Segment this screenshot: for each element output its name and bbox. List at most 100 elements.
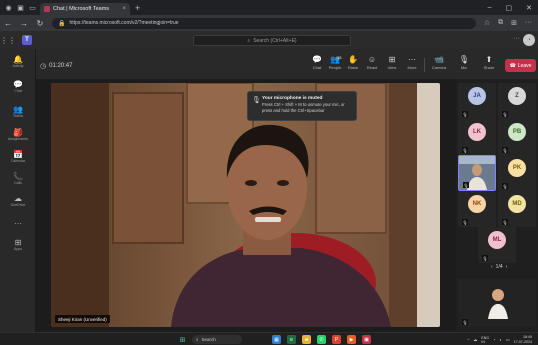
favorite-icon[interactable]: ☆ (484, 19, 490, 27)
leave-button[interactable]: ☎ Leave (505, 59, 536, 72)
mic-off-icon: 🎙 (462, 319, 468, 325)
toast-body: Press Ctrl + Shift + M to unmute your mi… (262, 102, 345, 113)
workspaces-icon[interactable]: ▣ (16, 3, 25, 12)
volume-icon[interactable]: ◖ (499, 337, 501, 342)
participant-video-tile[interactable]: 🎙 (458, 155, 496, 191)
tab-actions-icon[interactable]: ▭ (28, 3, 37, 12)
media-app-icon[interactable]: ▶ (347, 335, 356, 344)
file-explorer-icon[interactable]: ▰ (302, 335, 311, 344)
phone-hangup-icon: ☎ (509, 62, 516, 69)
assignments-icon: 🎒 (13, 128, 23, 137)
maximize-icon[interactable]: ▢ (506, 4, 513, 12)
rail-item-activity[interactable]: 🔔 Activity (0, 55, 36, 69)
battery-icon[interactable]: ▭ (506, 337, 510, 342)
mic-off-icon: 🎙 (502, 111, 508, 117)
participant-tile[interactable]: MD 🎙 (498, 191, 536, 227)
chat-button[interactable]: 💬 Chat (307, 55, 327, 71)
close-window-icon[interactable]: ✕ (526, 4, 532, 12)
new-tab-button[interactable]: + (135, 3, 140, 13)
cloud-icon[interactable]: ☁ (473, 337, 477, 342)
avatar[interactable]: ◔ (523, 34, 535, 46)
rail-item-teams[interactable]: 👥 Teams (0, 105, 36, 119)
participant-tile[interactable]: Z 🎙 (498, 83, 536, 119)
rail-item-assignments[interactable]: 🎒 Assignments (0, 128, 36, 142)
back-icon[interactable]: ← (4, 19, 12, 28)
gallery-pager: ‹ 1/4 › (491, 264, 507, 270)
collections-icon[interactable]: ⊞ (511, 19, 517, 27)
self-view-tile[interactable]: 🎙 (458, 279, 536, 327)
pager-prev-icon[interactable]: ‹ (491, 264, 493, 270)
participant-tile[interactable]: JA 🎙 (458, 83, 496, 119)
browser-menu-icon[interactable]: ··· (525, 19, 532, 27)
language-indicator[interactable]: ENG IN (481, 336, 489, 344)
rail-item-apps[interactable]: ⊞ Apps (0, 238, 36, 252)
rail-item-calendar[interactable]: 📅 Calendar (0, 150, 36, 164)
forward-icon[interactable]: → (20, 19, 28, 28)
people-button[interactable]: 👥 15 People (325, 55, 345, 71)
rail-item-calls[interactable]: 📞 Calls (0, 172, 36, 186)
taskview-icon[interactable]: ▦ (272, 335, 281, 344)
search-icon: ⌕ (196, 337, 199, 342)
avatar: PB (508, 123, 526, 141)
whatsapp-icon[interactable]: ✆ (317, 335, 326, 344)
camera-icon: 📹 (434, 55, 444, 64)
profile-icon[interactable]: ◉ (4, 3, 13, 12)
avatar: PK (508, 159, 526, 177)
chat-icon: 💬 (312, 55, 322, 64)
mic-button[interactable]: 🎙 Mic (454, 55, 474, 71)
onedrive-icon: ☁ (14, 194, 22, 203)
view-button[interactable]: ⊞ View (382, 55, 402, 71)
system-clock[interactable]: 18:49 17-07-2024 (514, 335, 532, 344)
muted-notification: 🎙 Your microphone is muted Press Ctrl + … (247, 91, 357, 121)
rail-item-chat[interactable]: 💬 Chat (0, 80, 36, 94)
wifi-icon[interactable]: ◔ (493, 337, 495, 342)
settings-more-icon[interactable]: ··· (513, 35, 520, 42)
participant-tile[interactable]: NK 🎙 (458, 191, 496, 227)
calls-icon: 📞 (13, 172, 23, 181)
rail-item-more[interactable]: ··· (0, 219, 36, 228)
teams-favicon-icon (44, 6, 50, 12)
system-tray: ^ ☁ ENG IN ◔ ◖ ▭ 18:49 17-07-2024 (468, 335, 533, 344)
search-icon: ⌕ (247, 37, 251, 44)
presenter-video[interactable]: Sheeji Kiran (Unverified) 🎙 Your microph… (51, 83, 440, 327)
refresh-icon[interactable]: ↻ (36, 19, 44, 28)
app-launcher-icon[interactable]: ⋮⋮ (0, 36, 16, 45)
tray-overflow-icon[interactable]: ^ (468, 337, 470, 342)
ellipsis-icon: ··· (408, 55, 416, 64)
chat-icon: 💬 (13, 80, 23, 89)
avatar: NK (468, 195, 486, 213)
mic-off-icon: 🎙 (463, 182, 469, 188)
minimize-icon[interactable]: – (488, 4, 492, 12)
raise-hand-button[interactable]: ✋ Raise (343, 55, 363, 71)
extensions-icon[interactable]: ⧉ (498, 19, 503, 27)
pager-text: 1/4 (495, 264, 503, 270)
participant-tile[interactable]: PB 🎙 (498, 119, 536, 155)
participant-tile[interactable]: LK 🎙 (458, 119, 496, 155)
rail-item-onedrive[interactable]: ☁ OneDrive (0, 194, 36, 208)
windows-start-icon[interactable]: ⊞ (178, 335, 187, 344)
browser-tab[interactable]: Chat | Microsoft Teams × (40, 3, 130, 15)
people-count-badge: 15 (337, 55, 342, 60)
pager-next-icon[interactable]: › (506, 264, 508, 270)
camera-button[interactable]: 📹 Camera (429, 55, 449, 71)
powerpoint-icon[interactable]: P (332, 335, 341, 344)
apps-icon: ⊞ (14, 238, 22, 247)
participant-gallery: JA 🎙 Z 🎙 LK 🎙 PB 🎙 🎙 PK 🎙 NK 🎙 MD 🎙 ML 🎙 (456, 79, 538, 332)
share-button[interactable]: ⬆ Share (479, 55, 499, 71)
search-placeholder: Search (Ctrl+Alt+E) (253, 37, 297, 44)
participant-tile[interactable]: ML 🎙 (478, 227, 516, 263)
edge-icon[interactable]: e (287, 335, 296, 344)
close-tab-icon[interactable]: × (122, 6, 126, 12)
search-input[interactable]: ⌕ Search (Ctrl+Alt+E) (193, 35, 351, 46)
bell-icon: 🔔 (13, 55, 23, 64)
pinned-app-icon[interactable]: ▣ (362, 335, 371, 344)
more-actions-button[interactable]: ··· More (402, 55, 422, 71)
mic-off-icon: 🎙 (502, 183, 508, 189)
participant-tile[interactable]: PK 🎙 (498, 155, 536, 191)
url-field[interactable]: 🔒 https://teams.microsoft.com/v2/?meetin… (52, 17, 476, 29)
os-taskbar: ⊞ ⌕ Search ▦ e ▰ ✆ P ▶ ▣ ^ ☁ ENG IN ◔ ◖ … (0, 332, 538, 345)
more-icon: ··· (14, 219, 22, 228)
avatar: LK (468, 123, 486, 141)
react-button[interactable]: ☺ React (362, 55, 382, 71)
taskbar-search[interactable]: ⌕ Search (192, 335, 242, 344)
